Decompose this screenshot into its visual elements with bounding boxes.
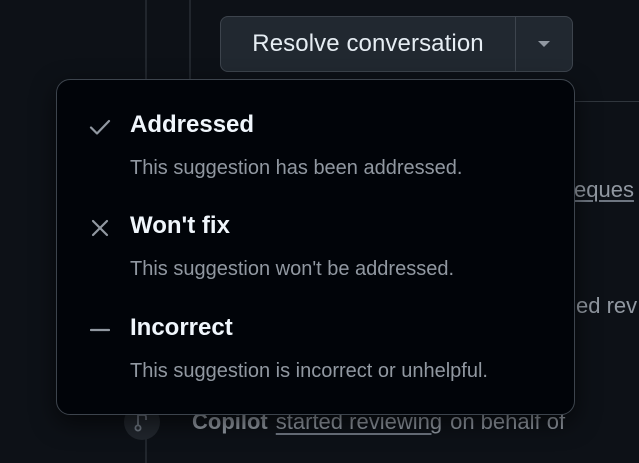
menu-item-wont-fix[interactable]: Won't fix This suggestion won't be addre… bbox=[57, 203, 574, 303]
resolve-options-menu: Addressed This suggestion has been addre… bbox=[56, 79, 575, 415]
menu-item-description: This suggestion is incorrect or unhelpfu… bbox=[130, 360, 488, 382]
menu-item-title: Incorrect bbox=[130, 314, 233, 341]
partial-event-text: ed rev bbox=[576, 293, 638, 318]
menu-item-description: This suggestion won't be addressed. bbox=[130, 258, 455, 280]
resolve-conversation-split-button: Resolve conversation bbox=[220, 16, 573, 72]
menu-item-addressed[interactable]: Addressed This suggestion has been addre… bbox=[57, 102, 574, 202]
menu-item-description: This suggestion has been addressed. bbox=[130, 157, 463, 179]
timeline-line bbox=[189, 0, 191, 80]
triangle-down-icon bbox=[538, 41, 550, 47]
resolve-conversation-button[interactable]: Resolve conversation bbox=[221, 17, 516, 71]
dash-icon bbox=[87, 317, 113, 343]
menu-item-title: Addressed bbox=[130, 111, 255, 138]
menu-item-title: Won't fix bbox=[130, 212, 230, 239]
check-icon bbox=[87, 114, 113, 140]
resolve-conversation-label: Resolve conversation bbox=[252, 30, 484, 57]
menu-item-incorrect[interactable]: Incorrect This suggestion is incorrect o… bbox=[57, 305, 574, 405]
x-icon bbox=[87, 215, 113, 241]
resolve-options-toggle[interactable] bbox=[516, 17, 572, 71]
partial-link[interactable]: eques bbox=[574, 177, 634, 203]
pull-request-timeline: Resolve conversation eques ed rev Copilo… bbox=[0, 0, 639, 463]
